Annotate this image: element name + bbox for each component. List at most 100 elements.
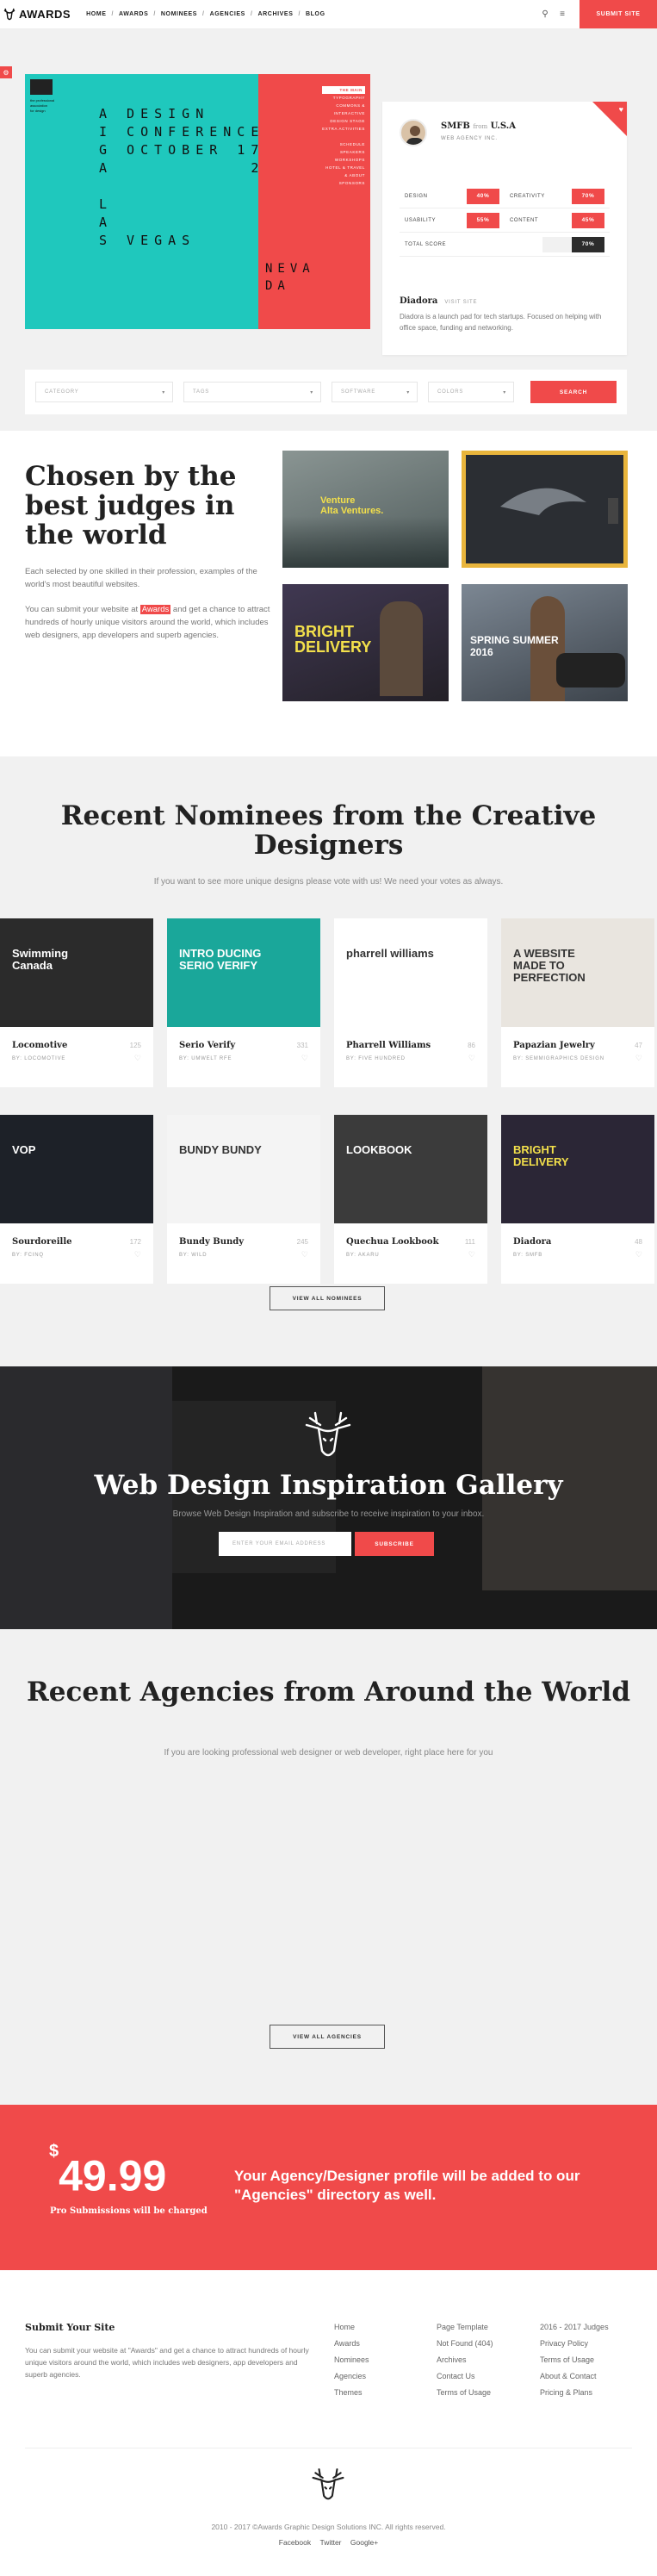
nominee-card[interactable]: BUNDY BUNDY Bundy Bundy BY: WILD 245 ♡	[167, 1115, 320, 1284]
deer-logo-icon[interactable]	[308, 2467, 348, 2504]
footer-link[interactable]: Pricing & Plans	[540, 2385, 609, 2401]
nominee-name[interactable]: Sourdoreille	[12, 1237, 71, 1247]
judge-showcase-image[interactable]: BRIGHT DELIVERY	[282, 584, 449, 701]
search-icon[interactable]: ⚲	[536, 9, 554, 19]
search-button[interactable]: SEARCH	[530, 381, 617, 403]
category-select[interactable]: CATEGORY ▾	[35, 382, 173, 402]
nominee-thumbnail[interactable]: A WEBSITE MADE TO PERFECTION	[501, 918, 654, 1027]
footer-link[interactable]: Themes	[334, 2385, 369, 2401]
colors-select[interactable]: COLORS ▾	[428, 382, 514, 402]
nominee-card[interactable]: VOP Sourdoreille BY: FCINQ 172 ♡	[0, 1115, 153, 1284]
nominee-card[interactable]: A WEBSITE MADE TO PERFECTION Papazian Jew…	[501, 918, 654, 1087]
heart-icon[interactable]: ♥	[619, 105, 623, 114]
judge-showcase-image[interactable]: Venture Alta Ventures.	[282, 451, 449, 568]
nominee-card[interactable]: INTRO DUCING SERIO VERIFY Serio Verify BY:…	[167, 918, 320, 1087]
submit-site-button[interactable]: SUBMIT SITE	[580, 0, 657, 28]
site-logo[interactable]: AWARDS	[0, 8, 71, 22]
person-figure	[380, 601, 423, 696]
nominee-name[interactable]: Quechua Lookbook	[346, 1237, 439, 1247]
nominee-name[interactable]: Bundy Bundy	[179, 1237, 244, 1247]
chevron-down-icon: ▾	[503, 389, 506, 395]
heart-icon[interactable]: ♡	[134, 1054, 141, 1063]
nav-home[interactable]: HOME	[86, 11, 106, 17]
awards-highlight-link[interactable]: Awards	[139, 605, 171, 614]
footer-link[interactable]: Privacy Policy	[540, 2336, 609, 2352]
nominee-name[interactable]: Pharrell Williams	[346, 1041, 431, 1050]
footer-link[interactable]: Terms of Usage	[437, 2385, 493, 2401]
menu-icon[interactable]: ≡	[554, 9, 571, 19]
nominee-thumbnail[interactable]: pharrell williams	[334, 918, 487, 1027]
footer-link[interactable]: Not Found (404)	[437, 2336, 493, 2352]
nav-nominees[interactable]: NOMINEES	[161, 11, 197, 17]
software-select[interactable]: SOFTWARE ▾	[332, 382, 418, 402]
footer-link[interactable]: Contact Us	[437, 2368, 493, 2385]
email-input[interactable]: ENTER YOUR EMAIL ADDRESS	[219, 1532, 351, 1556]
footer-links-col-3: 2016 - 2017 Judges Privacy Policy Terms …	[540, 2319, 609, 2401]
poster-location: NEVA DA	[265, 260, 315, 295]
heart-icon[interactable]: ♡	[468, 1250, 475, 1260]
nominee-name[interactable]: Diadora	[513, 1237, 551, 1247]
view-all-nominees-button[interactable]: VIEW ALL NOMINEES	[270, 1286, 385, 1310]
heart-icon[interactable]: ♡	[635, 1250, 642, 1260]
footer-link[interactable]: Home	[334, 2319, 369, 2336]
footer-link[interactable]: Archives	[437, 2352, 493, 2368]
poster-side-item: DESIGN STAGE	[330, 119, 365, 123]
nominee-thumbnail[interactable]: Swimming Canada	[0, 918, 153, 1027]
settings-tab-icon[interactable]: ⚙	[0, 66, 12, 78]
nominee-author: BY: SEMMIGRAPHICS DESIGN	[513, 1056, 604, 1061]
heart-icon[interactable]: ♡	[635, 1054, 642, 1063]
judge-showcase-image[interactable]: SPRING SUMMER 2016	[462, 584, 628, 701]
nominee-thumbnail[interactable]: INTRO DUCING SERIO VERIFY	[167, 918, 320, 1027]
tags-select[interactable]: TAGS ▾	[183, 382, 321, 402]
gallery-title: Web Design Inspiration Gallery	[94, 1470, 563, 1501]
designer-name-text: SMFB	[441, 121, 470, 131]
footer-link[interactable]: About & Contact	[540, 2368, 609, 2385]
nominee-card[interactable]: pharrell williams Pharrell Williams BY: FI…	[334, 918, 487, 1087]
nominee-thumbnail[interactable]: VOP	[0, 1115, 153, 1223]
footer-link[interactable]: Page Template	[437, 2319, 493, 2336]
nominees-section: Recent Nominees from the Creative Design…	[0, 756, 657, 1366]
pricing-promo: $49.99 Pro Submissions will be charged Y…	[0, 2105, 657, 2270]
featured-poster[interactable]: the professional association for design …	[25, 74, 370, 329]
nominee-author: BY: FCINQ	[12, 1253, 44, 1258]
avatar[interactable]	[400, 119, 427, 146]
designer-name[interactable]: SMFB from U.S.A	[441, 121, 516, 131]
footer-link[interactable]: Terms of Usage	[540, 2352, 609, 2368]
nav-archives[interactable]: ARCHIVES	[258, 11, 294, 17]
nominee-name[interactable]: Serio Verify	[179, 1041, 235, 1050]
nominee-name[interactable]: Locomotive	[12, 1041, 67, 1050]
nominee-card[interactable]: Swimming Canada Locomotive BY: LOCOMOTIVE 1…	[0, 918, 153, 1087]
nav-separator: /	[153, 11, 156, 17]
nominee-card[interactable]: LOOKBOOK Quechua Lookbook BY: AKARU 111 ♡	[334, 1115, 487, 1284]
thumbnail-caption: LOOKBOOK	[346, 1143, 412, 1156]
gallery-subtitle: Browse Web Design Inspiration and subscr…	[172, 1509, 485, 1519]
chevron-down-icon: ▾	[162, 389, 165, 395]
heart-icon[interactable]: ♡	[301, 1054, 308, 1063]
nominee-thumbnail[interactable]: BRIGHT DELIVERY	[501, 1115, 654, 1223]
heart-icon[interactable]: ♡	[301, 1250, 308, 1260]
footer-link[interactable]: Agencies	[334, 2368, 369, 2385]
subscribe-button[interactable]: SUBSCRIBE	[355, 1532, 434, 1556]
nominee-card[interactable]: BRIGHT DELIVERY Diadora BY: SMFB 48 ♡	[501, 1115, 654, 1284]
nav-blog[interactable]: BLOG	[306, 11, 325, 17]
footer-link[interactable]: Nominees	[334, 2352, 369, 2368]
visit-site-link[interactable]: VISIT SITE	[444, 300, 477, 305]
gallery-section: Web Design Inspiration Gallery Browse We…	[0, 1366, 657, 1629]
nominee-thumbnail[interactable]: LOOKBOOK	[334, 1115, 487, 1223]
nav-agencies[interactable]: AGENCIES	[210, 11, 245, 17]
score-row: USABILITY 55% CONTENT 45%	[400, 208, 610, 233]
heart-icon[interactable]: ♡	[468, 1054, 475, 1063]
nominee-thumbnail[interactable]: BUNDY BUNDY	[167, 1115, 320, 1223]
nominee-name[interactable]: Papazian Jewelry	[513, 1041, 595, 1050]
image-label: DELIVERY	[294, 638, 372, 656]
view-all-agencies-button[interactable]: VIEW ALL AGENCIES	[270, 2025, 385, 2049]
heart-icon[interactable]: ♡	[134, 1250, 141, 1260]
poster-side-item	[322, 133, 365, 140]
nominee-author: BY: SMFB	[513, 1253, 543, 1258]
score-row: DESIGN 40% CREATIVITY 70%	[400, 184, 610, 208]
nav-awards[interactable]: AWARDS	[119, 11, 148, 17]
judges-title: Chosen by the best judges in the world	[25, 461, 237, 551]
judge-showcase-image[interactable]	[462, 451, 628, 568]
footer-link[interactable]: Awards	[334, 2336, 369, 2352]
footer-link[interactable]: 2016 - 2017 Judges	[540, 2319, 609, 2336]
